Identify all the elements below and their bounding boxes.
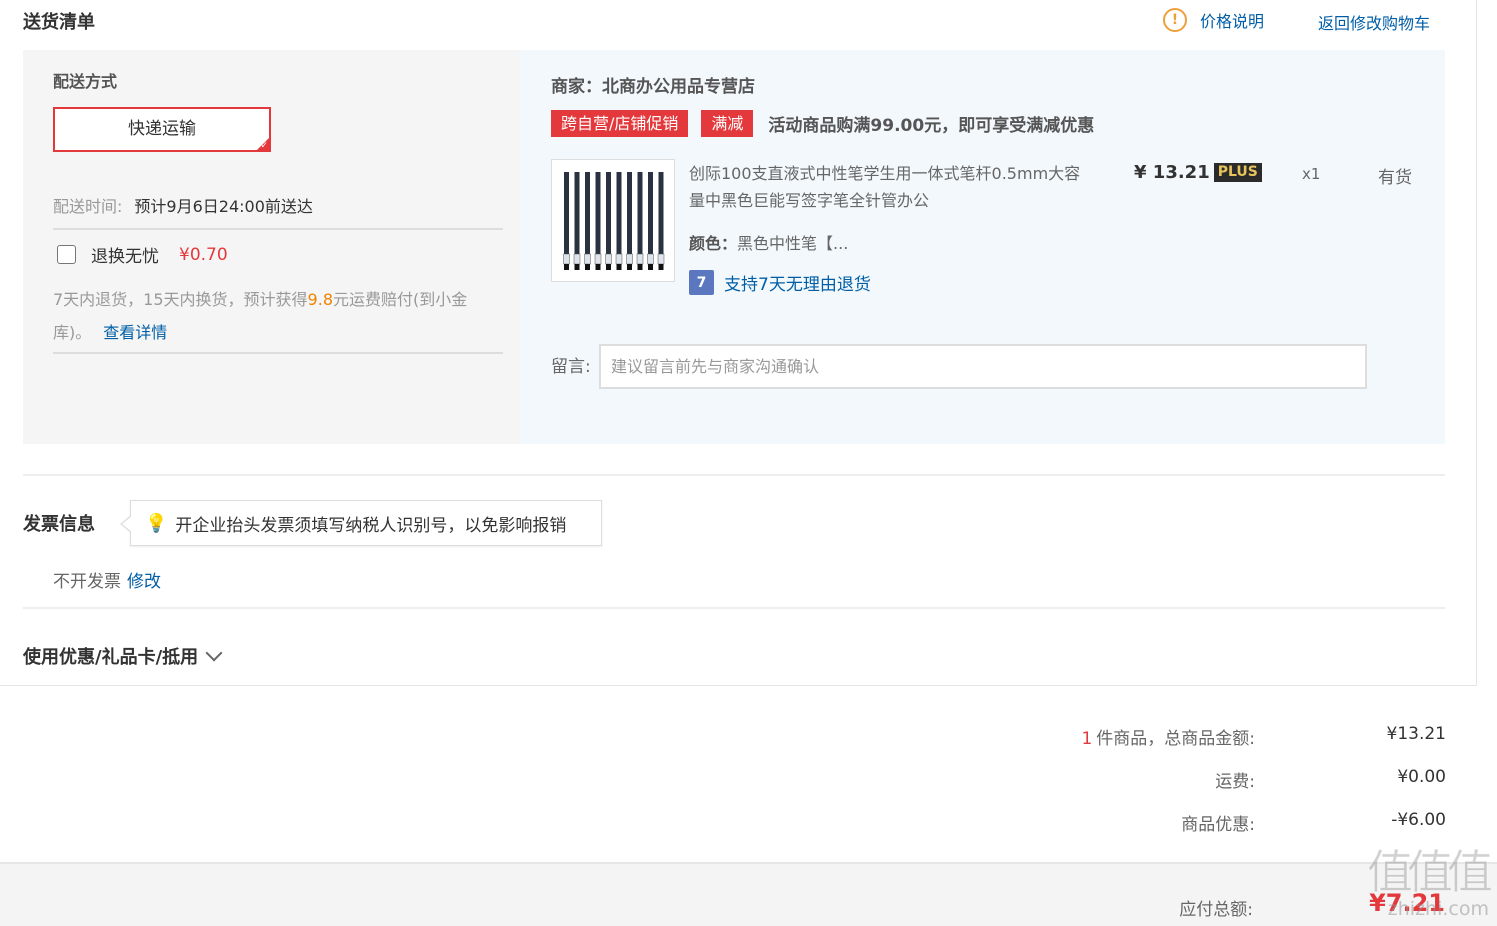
pen-cap <box>648 264 653 270</box>
product-image[interactable] <box>551 159 675 282</box>
shipping-fee-value: ¥0.00 <box>1397 767 1446 787</box>
price-note-label: 价格说明 <box>1200 12 1265 31</box>
divider <box>53 228 503 230</box>
total-value: ¥7.21 <box>1369 889 1445 917</box>
shipping-fee-label: 运费: <box>1215 772 1255 792</box>
pen-cap <box>585 264 590 270</box>
total-label: 应付总额: <box>1179 900 1253 920</box>
pen-body <box>595 172 601 254</box>
pen-cap <box>637 264 643 270</box>
divider <box>53 352 503 354</box>
seven-day-return-icon: 7 <box>689 270 714 295</box>
warning-icon: ! <box>1163 8 1187 32</box>
pen-body <box>574 172 580 254</box>
tip-arrow-inner <box>122 516 132 532</box>
promo-text: 活动商品购满99.00元，即可享受满减优惠 <box>768 116 1095 136</box>
pen-tip <box>573 253 581 265</box>
order-items-panel: 商家：北商办公用品专营店 跨自营/店铺促销 满减 活动商品购满99.00元，即可… <box>520 50 1445 444</box>
pen-cap <box>564 264 569 270</box>
product-price-wrap: ¥ 13.21 PLUS <box>1134 162 1262 183</box>
pen-tip <box>636 253 644 265</box>
pen-body <box>606 172 611 254</box>
pen-tip <box>615 253 623 265</box>
price-note-link[interactable]: ! 价格说明 <box>1163 8 1264 32</box>
insurance-desc-text: 7天内退货，15天内换货，预计获得 <box>53 290 308 309</box>
shipping-method-option-label: 快递运输 <box>128 119 196 139</box>
pen-body <box>637 172 643 254</box>
shipping-method-option[interactable]: 快递运输 ✓ <box>53 107 271 152</box>
pen-cap <box>574 264 580 270</box>
section-divider <box>23 474 1445 476</box>
delivery-time-value: 预计9月6日24:00前送达 <box>134 197 313 216</box>
invoice-title: 发票信息 <box>23 514 95 535</box>
section-divider <box>23 607 1445 609</box>
pen-tip <box>584 253 591 265</box>
total-bar: 应付总额: ¥7.21 <box>0 862 1497 926</box>
product-title[interactable]: 创际100支直液式中性笔学生用一体式笔杆0.5mm大容量中黑色巨能写签字笔全针管… <box>689 160 1089 214</box>
invoice-status: 不开发票 修改 <box>53 567 161 592</box>
pen-cap <box>616 264 622 270</box>
coupon-toggle[interactable]: 使用优惠/礼品卡/抵用 <box>23 643 223 669</box>
pen-body <box>564 172 569 254</box>
message-input[interactable]: 建议留言前先与商家沟通确认 <box>599 344 1367 389</box>
chevron-down-icon <box>205 644 223 662</box>
back-to-cart-link[interactable]: 返回修改购物车 <box>1318 10 1430 34</box>
pen-body <box>627 172 632 254</box>
delivery-list-title: 送货清单 <box>23 12 95 33</box>
pen-tip <box>626 253 633 265</box>
return-insurance-description: 7天内退货，15天内换货，预计获得9.8元运费赔付(到小金库)。 查看详情 <box>53 283 503 349</box>
color-value: 黑色中性笔【... <box>737 234 849 253</box>
promotion-row: 跨自营/店铺促销 满减 活动商品购满99.00元，即可享受满减优惠 <box>551 110 1094 137</box>
product-price: ¥ 13.21 <box>1134 162 1210 183</box>
invoice-edit-link[interactable]: 修改 <box>127 572 161 592</box>
pen-cap <box>627 264 632 270</box>
pen-body <box>616 172 622 254</box>
product-color: 颜色：黑色中性笔【... <box>689 230 848 254</box>
invoice-status-text: 不开发票 <box>53 572 121 592</box>
pen-cap <box>606 264 611 270</box>
return-policy-label: 支持7天无理由退货 <box>724 275 871 295</box>
color-label: 颜色： <box>689 234 738 253</box>
pen-cap <box>658 264 664 270</box>
pen-body <box>658 172 664 254</box>
return-insurance-row: 退换无忧 ¥0.70 <box>57 242 228 267</box>
item-count: 1 <box>1081 729 1093 749</box>
pen-cap <box>595 264 601 270</box>
shipping-panel: 配送方式 快递运输 ✓ 配送时间: 预计9月6日24:00前送达 退换无忧 ¥0.… <box>23 50 520 444</box>
invoice-tip-text: 开企业抬头发票须填写纳税人识别号，以免影响报销 <box>175 515 567 536</box>
return-insurance-price: ¥0.70 <box>179 244 228 265</box>
seller-name: 商家：北商办公用品专营店 <box>551 77 755 97</box>
view-details-link[interactable]: 查看详情 <box>103 323 167 342</box>
pen-tip <box>563 253 570 265</box>
subtotal-label: 1 件商品，总商品金额: <box>1081 724 1255 749</box>
pen-body <box>648 172 653 254</box>
return-policy-link[interactable]: 7 支持7天无理由退货 <box>689 270 871 295</box>
subtotal-value: ¥13.21 <box>1386 724 1446 744</box>
insurance-amount: 9.8 <box>307 290 333 309</box>
message-label: 留言: <box>551 357 591 377</box>
return-insurance-label: 退换无忧 <box>91 247 159 267</box>
discount-label: 商品优惠: <box>1181 815 1255 835</box>
coupon-title: 使用优惠/礼品卡/抵用 <box>23 647 199 668</box>
item-count-label: 件商品，总商品金额: <box>1096 729 1255 749</box>
pen-tip <box>657 253 665 265</box>
promo-tag: 跨自营/店铺促销 <box>551 110 689 137</box>
product-quantity: x1 <box>1302 165 1321 183</box>
pen-tip <box>594 253 602 265</box>
check-icon: ✓ <box>260 141 268 151</box>
discount-value: -¥6.00 <box>1391 810 1446 830</box>
stock-status: 有货 <box>1378 168 1412 188</box>
invoice-tip: 💡 开企业抬头发票须填写纳税人识别号，以免影响报销 <box>120 500 602 546</box>
return-insurance-checkbox[interactable] <box>57 245 76 264</box>
pen-body <box>585 172 590 254</box>
discount-tag: 满减 <box>701 110 754 137</box>
pen-set-image <box>552 160 674 281</box>
pen-tip <box>605 253 612 265</box>
plus-badge: PLUS <box>1213 163 1262 182</box>
lightbulb-icon: 💡 <box>145 512 168 534</box>
shipping-method-label: 配送方式 <box>53 72 118 91</box>
delivery-time-label: 配送时间: <box>53 197 123 216</box>
pen-tip <box>647 253 654 265</box>
delivery-time: 配送时间: 预计9月6日24:00前送达 <box>53 193 313 217</box>
